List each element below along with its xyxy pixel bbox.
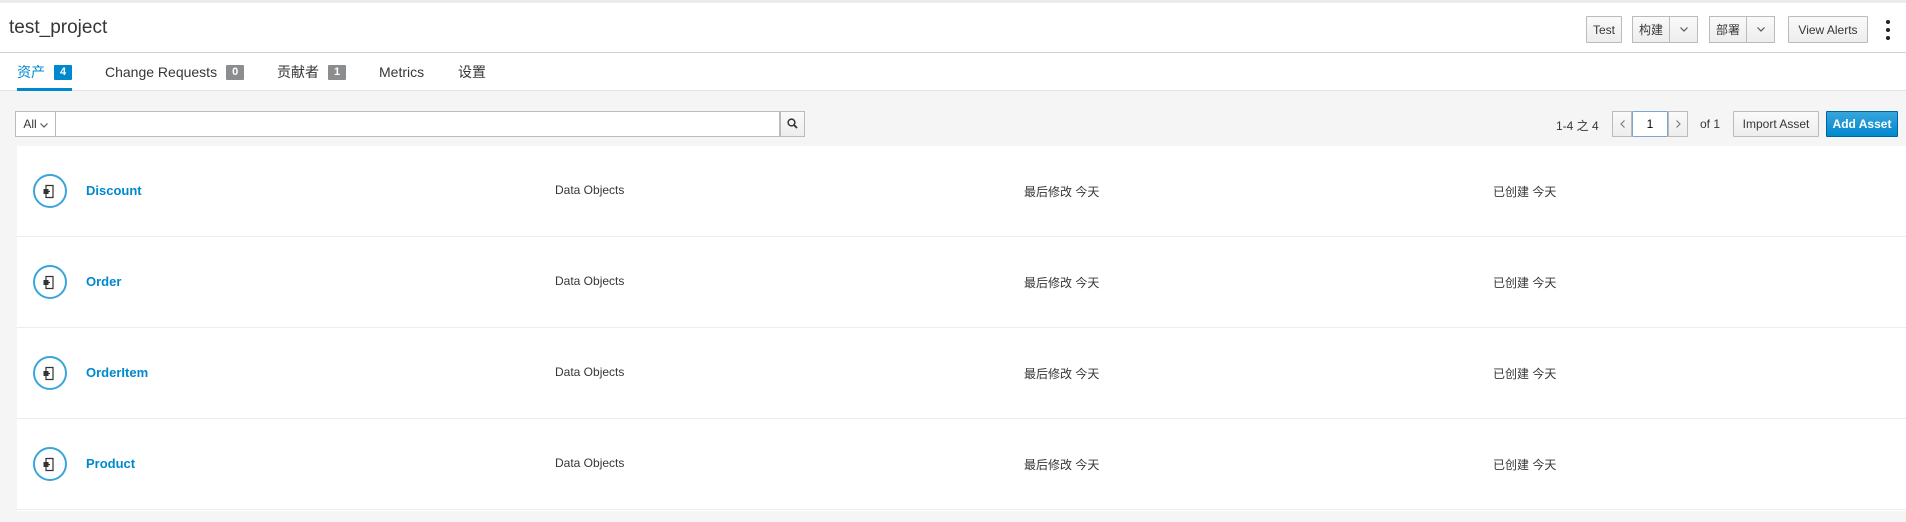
chevron-down-icon: [1756, 24, 1765, 35]
asset-last-modified: 最后修改 今天: [1024, 367, 1100, 381]
project-tabs: 资产 4 Change Requests 0 贡献者 1 Metrics 设置: [0, 53, 1906, 91]
search-button[interactable]: [780, 111, 805, 137]
page-total: of 1: [1700, 117, 1721, 131]
page-title: test_project: [9, 17, 108, 38]
asset-toolbar: All 1-4 之 4 of 1 Import Asset Add Asset: [0, 91, 1906, 146]
filter-select-value: All: [23, 117, 37, 131]
data-object-icon: [33, 356, 67, 390]
data-object-icon: [33, 174, 67, 208]
asset-last-modified: 最后修改 今天: [1024, 276, 1100, 290]
asset-name-link[interactable]: OrderItem: [86, 365, 148, 380]
tab-settings[interactable]: 设置: [458, 53, 486, 91]
chevron-down-icon: [1679, 24, 1688, 35]
tab-contributors[interactable]: 贡献者 1: [277, 53, 347, 91]
tab-change-requests[interactable]: Change Requests 0: [105, 53, 245, 91]
asset-list-area: Discount Data Objects 最后修改 今天 已创建 今天 Ord…: [0, 146, 1906, 522]
chevron-left-icon: [1619, 117, 1625, 131]
chevron-down-icon: [39, 117, 48, 131]
asset-last-modified: 最后修改 今天: [1024, 458, 1100, 472]
view-alerts-button[interactable]: View Alerts: [1788, 16, 1868, 43]
asset-type: Data Objects: [555, 365, 625, 379]
asset-type: Data Objects: [555, 274, 625, 288]
asset-name-link[interactable]: Product: [86, 456, 135, 471]
chevron-right-icon: [1675, 117, 1681, 131]
next-page-button[interactable]: [1668, 111, 1688, 137]
filter-select[interactable]: All: [15, 111, 56, 137]
asset-name-link[interactable]: Discount: [86, 183, 142, 198]
deploy-split-button: 部署: [1709, 16, 1775, 43]
search-icon: [787, 117, 798, 132]
data-object-icon: [33, 265, 67, 299]
tab-label: Metrics: [379, 64, 425, 80]
deploy-button[interactable]: 部署: [1709, 16, 1747, 43]
asset-row: Product Data Objects 最后修改 今天 已创建 今天: [17, 419, 1906, 510]
kebab-menu-icon[interactable]: [1885, 20, 1891, 40]
asset-created: 已创建 今天: [1493, 185, 1557, 199]
previous-page-button[interactable]: [1612, 111, 1632, 137]
tab-label: 贡献者: [277, 64, 319, 80]
count-badge: 4: [54, 64, 73, 80]
tab-metrics[interactable]: Metrics: [379, 53, 424, 91]
data-object-icon: [33, 447, 67, 481]
add-asset-button[interactable]: Add Asset: [1826, 111, 1898, 137]
tab-label: Change Requests: [105, 64, 218, 80]
page-number-input[interactable]: [1632, 111, 1668, 137]
build-split-button: 构建: [1632, 16, 1698, 43]
asset-last-modified: 最后修改 今天: [1024, 185, 1100, 199]
project-header: test_project Test 构建 部署 View Alerts: [0, 0, 1906, 53]
asset-list: Discount Data Objects 最后修改 今天 已创建 今天 Ord…: [17, 146, 1906, 511]
search-input[interactable]: [56, 111, 780, 137]
tab-label: 资产: [17, 64, 45, 80]
tab-label: 设置: [458, 64, 486, 80]
asset-row: Discount Data Objects 最后修改 今天 已创建 今天: [17, 146, 1906, 237]
asset-row: Order Data Objects 最后修改 今天 已创建 今天: [17, 237, 1906, 328]
count-badge: 0: [226, 64, 245, 80]
tab-assets[interactable]: 资产 4: [17, 53, 73, 91]
build-button[interactable]: 构建: [1632, 16, 1670, 43]
asset-created: 已创建 今天: [1493, 458, 1557, 472]
asset-row: OrderItem Data Objects 最后修改 今天 已创建 今天: [17, 328, 1906, 419]
asset-created: 已创建 今天: [1493, 276, 1557, 290]
import-asset-button[interactable]: Import Asset: [1733, 111, 1819, 137]
asset-name-link[interactable]: Order: [86, 274, 121, 289]
count-badge: 1: [328, 64, 347, 80]
asset-type: Data Objects: [555, 456, 625, 470]
build-dropdown-toggle[interactable]: [1670, 16, 1698, 43]
asset-created: 已创建 今天: [1493, 367, 1557, 381]
asset-type: Data Objects: [555, 183, 625, 197]
test-button[interactable]: Test: [1586, 16, 1622, 43]
pagination-range: 1-4 之 4: [1556, 119, 1599, 133]
deploy-dropdown-toggle[interactable]: [1747, 16, 1775, 43]
